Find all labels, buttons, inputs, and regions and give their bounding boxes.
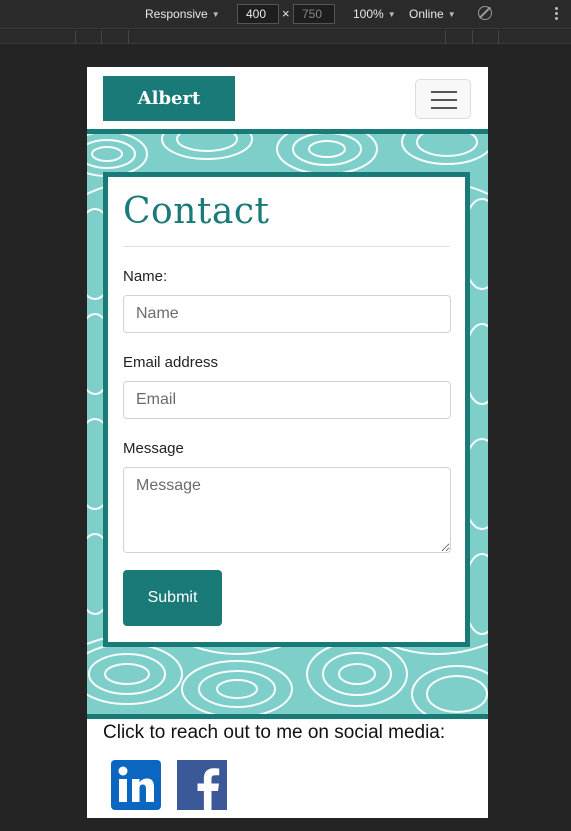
device-label: Responsive bbox=[145, 7, 208, 21]
devtools-toolbar: Responsive ▼ 400 × 750 100% ▼ Online ▼ bbox=[0, 0, 571, 29]
pattern-background: Contact Name: Email address Message Subm… bbox=[87, 129, 488, 719]
chevron-down-icon: ▼ bbox=[387, 9, 396, 19]
more-options-icon[interactable] bbox=[555, 7, 558, 22]
width-input[interactable]: 400 bbox=[237, 4, 279, 24]
chevron-down-icon: ▼ bbox=[211, 9, 220, 19]
name-input[interactable] bbox=[123, 295, 451, 333]
email-input[interactable] bbox=[123, 381, 451, 419]
name-label: Name: bbox=[123, 268, 168, 285]
media-query-ruler bbox=[0, 30, 571, 44]
network-label: Online bbox=[409, 7, 444, 21]
contact-title: Contact bbox=[123, 191, 270, 232]
hamburger-line bbox=[431, 107, 457, 109]
height-input[interactable]: 750 bbox=[293, 4, 335, 24]
message-label: Message bbox=[123, 440, 184, 457]
menu-toggle-button[interactable] bbox=[415, 79, 471, 119]
zoom-select[interactable]: 100% ▼ bbox=[353, 7, 396, 21]
device-select[interactable]: Responsive ▼ bbox=[145, 7, 220, 21]
hamburger-icon bbox=[431, 91, 457, 93]
brand-logo[interactable]: Albert Cheng bbox=[103, 76, 235, 154]
message-textarea[interactable] bbox=[123, 467, 451, 553]
facebook-icon[interactable] bbox=[177, 760, 227, 810]
hamburger-line bbox=[431, 99, 457, 101]
divider bbox=[123, 246, 450, 247]
network-select[interactable]: Online ▼ bbox=[409, 7, 456, 21]
navbar: Albert Cheng bbox=[87, 67, 488, 154]
contact-card: Contact Name: Email address Message Subm… bbox=[103, 172, 470, 647]
linkedin-icon[interactable] bbox=[111, 760, 161, 810]
device-viewport: Albert Cheng bbox=[87, 67, 488, 818]
zoom-label: 100% bbox=[353, 7, 384, 21]
social-media-text: Click to reach out to me on social media… bbox=[103, 722, 446, 743]
dimension-separator: × bbox=[282, 6, 290, 21]
submit-button[interactable]: Submit bbox=[123, 570, 222, 626]
email-label: Email address bbox=[123, 354, 219, 371]
rotate-icon[interactable] bbox=[478, 6, 492, 20]
chevron-down-icon: ▼ bbox=[447, 9, 456, 19]
